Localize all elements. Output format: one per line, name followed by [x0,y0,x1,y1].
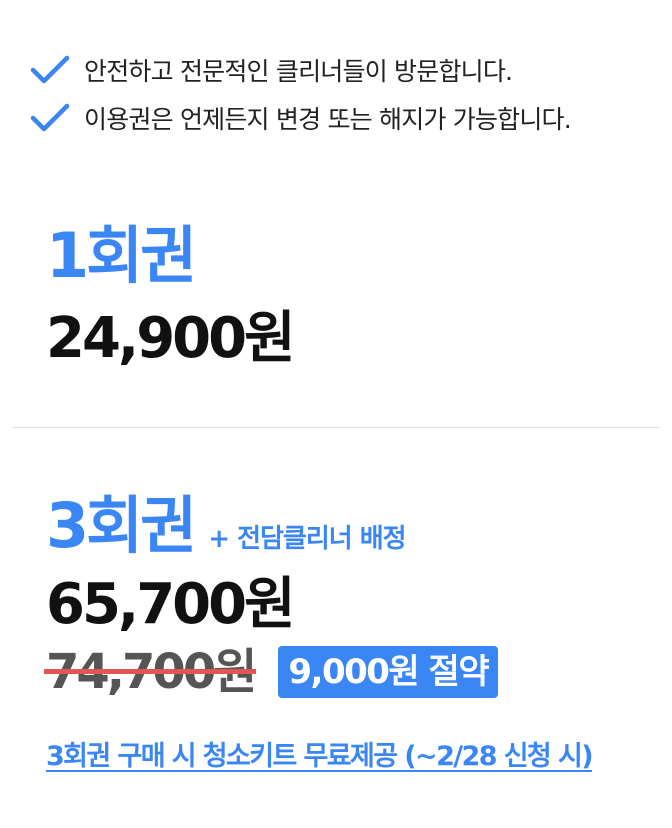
original-price: 74,700원 [44,642,257,702]
plan-price: 24,900원 [46,306,296,371]
savings-badge: 9,000원 절약 [278,646,499,698]
benefit-item: 안전하고 전문적인 클리너들이 방문합니다. [30,46,660,94]
plan-name: 1회권 [46,219,197,292]
discount-row: 74,700원 9,000원 절약 [44,642,499,702]
plan-price: 65,700원 [46,572,296,637]
plan-three-ticket[interactable]: 3회권 + 전담클리너 배정 65,700원 74,700원 9,000원 절약 [44,488,499,702]
plan-header: 1회권 [46,218,293,294]
plan-header: 3회권 + 전담클리너 배정 [46,488,498,564]
benefit-text: 안전하고 전문적인 클리너들이 방문합니다. [84,57,513,86]
check-icon [30,55,70,84]
plan-perk: + 전담클리너 배정 [208,524,406,554]
benefit-text: 이용권은 언제든지 변경 또는 해지가 가능합니다. [84,105,572,134]
plan-single-ticket[interactable]: 1회권 24,900원 [46,218,296,374]
check-icon [30,103,70,132]
strikethrough-line [44,669,257,674]
benefit-item: 이용권은 언제든지 변경 또는 해지가 가능합니다. [30,94,660,142]
promo-link[interactable]: 3회권 구매 시 청소키트 무료제공 (~2/28 신청 시) [46,734,594,773]
plan-name: 3회권 [46,489,197,562]
plan-divider [12,427,660,428]
benefit-list: 안전하고 전문적인 클리너들이 방문합니다. 이용권은 언제든지 변경 또는 해… [30,46,660,142]
